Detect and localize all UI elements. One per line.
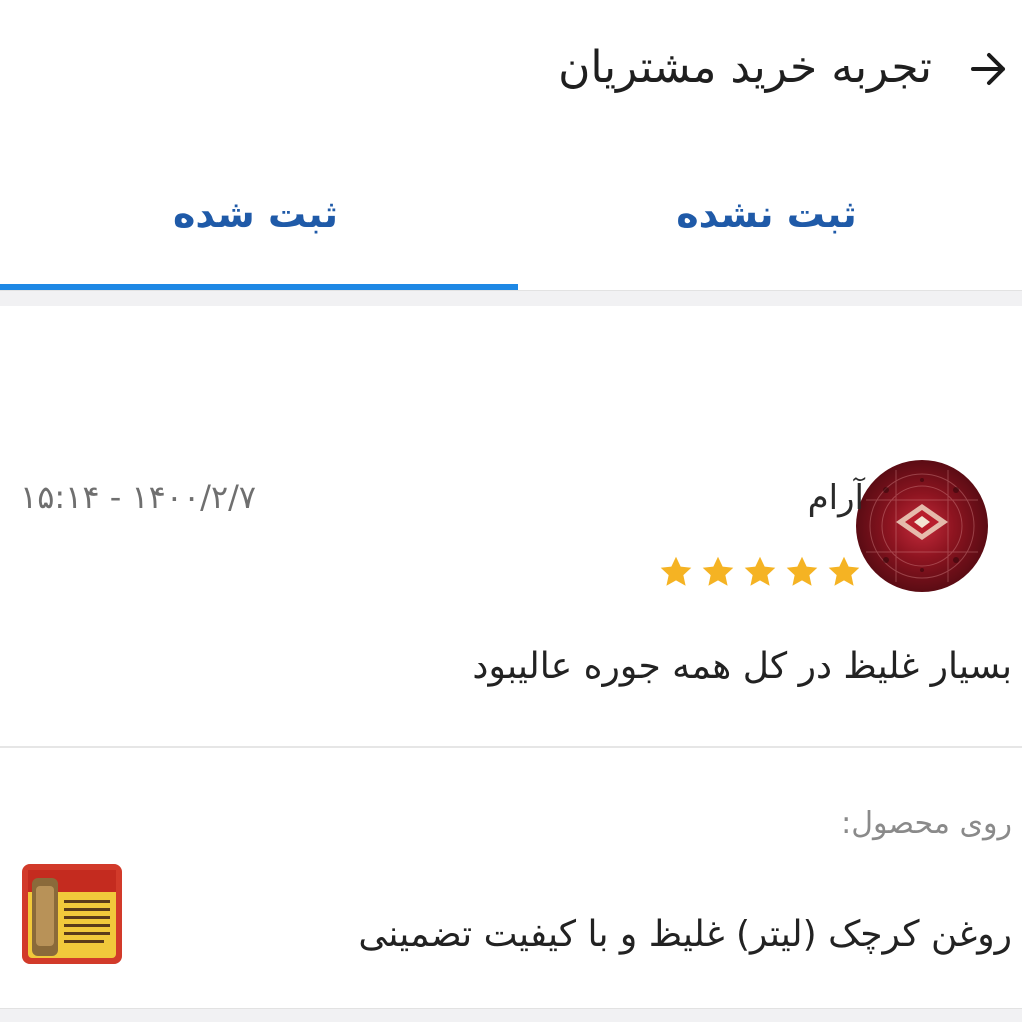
product-section[interactable]: روی محصول: روغن کرچک (لیتر) غلیظ و با کی… xyxy=(0,748,1022,1010)
tab-bar: ثبت نشده ثبت شده xyxy=(0,150,1022,290)
arrow-right-icon xyxy=(971,53,1005,85)
product-name[interactable]: روغن کرچک (لیتر) غلیظ و با کیفیت تضمینی xyxy=(358,914,1012,955)
bottom-divider xyxy=(0,1008,1022,1022)
rating-stars xyxy=(658,554,862,590)
star-icon xyxy=(744,556,776,586)
review-card: آرام ۱۵:۱۴ - ۱۴۰۰/۲/۷ بسیار غلیظ در کل ه… xyxy=(0,306,1022,748)
star-icon xyxy=(786,556,818,586)
tab-submitted[interactable]: ثبت شده xyxy=(0,150,511,288)
app-header: تجربه خرید مشتریان xyxy=(0,0,1022,140)
product-caption: روی محصول: xyxy=(841,806,1012,841)
review-date: ۱۵:۱۴ - ۱۴۰۰/۲/۷ xyxy=(20,478,257,516)
tab-not-submitted[interactable]: ثبت نشده xyxy=(511,150,1022,288)
avatar xyxy=(856,460,988,592)
star-icon xyxy=(702,556,734,586)
star-icon xyxy=(828,556,860,586)
reviewer-name: آرام xyxy=(807,478,864,518)
review-text: بسیار غلیظ در کل همه جوره عالیبود xyxy=(472,646,1012,687)
page-title: تجربه خرید مشتریان xyxy=(558,42,932,93)
section-divider xyxy=(0,290,1022,306)
product-thumbnail[interactable] xyxy=(22,864,122,964)
back-button[interactable] xyxy=(964,44,1014,94)
star-icon xyxy=(660,556,692,586)
